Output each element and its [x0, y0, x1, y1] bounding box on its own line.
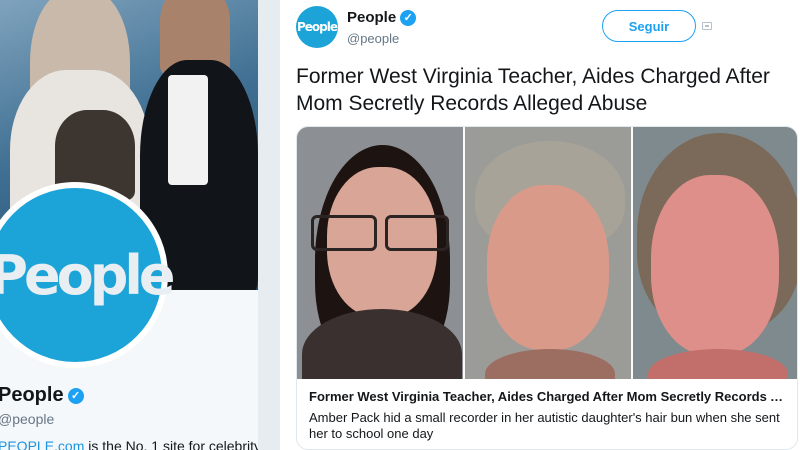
banner-shirt: [168, 75, 208, 185]
link-card[interactable]: Former West Virginia Teacher, Aides Char…: [296, 126, 798, 450]
bio-text: is the No. 1 site for celebrity: [84, 438, 258, 450]
profile-name[interactable]: People: [0, 384, 64, 407]
bio-link[interactable]: PEOPLE.com: [0, 438, 84, 450]
tweet-avatar[interactable]: People: [296, 6, 338, 48]
card-title[interactable]: Former West Virginia Teacher, Aides Char…: [309, 389, 789, 404]
follow-button[interactable]: Seguir: [602, 10, 696, 42]
profile-bio: PEOPLE.com is the No. 1 site for celebri…: [0, 438, 258, 450]
tweet-author-name[interactable]: People: [347, 9, 396, 26]
tweet-author-row[interactable]: People ✓: [347, 9, 417, 26]
profile-handle[interactable]: @people: [0, 411, 54, 427]
tweet: People People ✓ @people Seguir Former We…: [280, 0, 800, 450]
mugshot-2: [465, 127, 631, 379]
profile-sidebar: People People ✓ @people PEOPLE.com is th…: [0, 0, 258, 450]
mugshot-3: [633, 127, 797, 379]
card-image[interactable]: [297, 127, 797, 379]
tweet-author-handle[interactable]: @people: [347, 31, 399, 46]
verified-badge-icon: ✓: [67, 387, 84, 404]
mugshot-1: [297, 127, 463, 379]
column-divider: [258, 0, 280, 450]
profile-name-row[interactable]: People ✓: [0, 384, 84, 407]
verified-badge-icon: ✓: [400, 9, 417, 26]
card-description: Amber Pack hid a small recorder in her a…: [309, 410, 780, 441]
avatar-logo-text: People: [0, 243, 176, 307]
more-options-icon[interactable]: [702, 22, 712, 30]
tweet-text: Former West Virginia Teacher, Aides Char…: [296, 65, 770, 115]
tweet-avatar-text: People: [296, 20, 338, 34]
